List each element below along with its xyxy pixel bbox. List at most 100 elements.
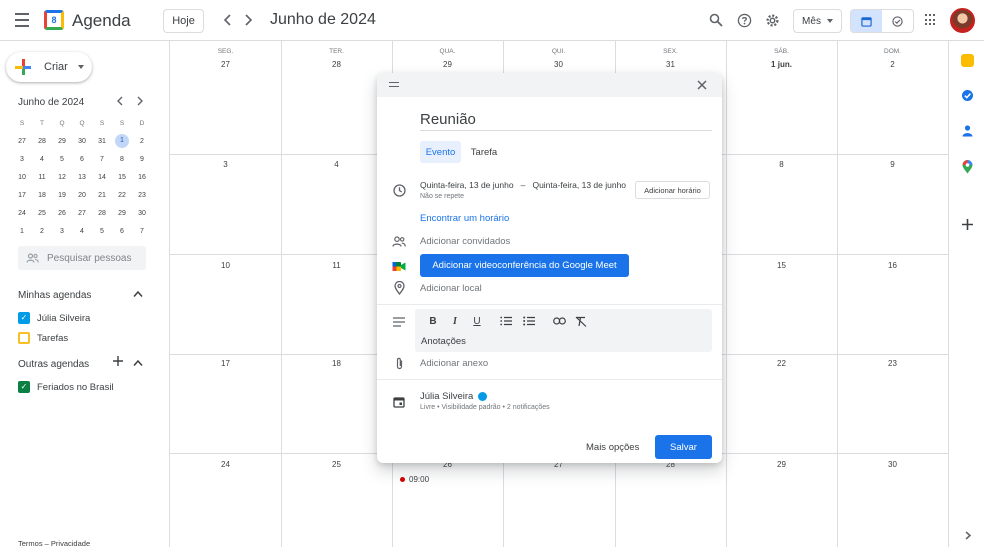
day-number[interactable]: 1 jun. [726,60,837,69]
checkbox-unchecked-icon[interactable] [18,332,30,344]
day-number[interactable]: 31 [615,60,726,69]
tab-tarefa[interactable]: Tarefa [466,141,502,163]
mini-day[interactable]: 5 [92,228,112,235]
mini-day[interactable]: 12 [52,174,72,181]
calendar-item-feriados[interactable]: ✓ Feriados no Brasil [18,381,114,393]
my-calendars-heading[interactable]: Minhas agendas [18,290,91,301]
mini-day[interactable]: 24 [12,210,32,217]
day-number[interactable]: 22 [726,359,837,368]
mini-day[interactable]: 4 [32,156,52,163]
day-number[interactable]: 28 [281,60,392,69]
event-title-input[interactable] [420,109,712,131]
view-selector[interactable]: Mês [793,9,842,33]
mini-day[interactable]: 5 [52,156,72,163]
get-addons-icon[interactable] [961,218,974,231]
mini-day[interactable]: 31 [92,138,112,145]
mini-day[interactable]: 27 [12,138,32,145]
tasks-icon[interactable] [961,89,974,102]
more-options-button[interactable]: Mais opções [586,436,639,458]
previous-period-button[interactable] [219,10,237,30]
save-button[interactable]: Salvar [655,435,712,459]
add-meet-button[interactable]: Adicionar videoconferência do Google Mee… [420,254,629,277]
apps-grid-icon[interactable] [925,14,937,26]
mini-day[interactable]: 2 [32,228,52,235]
mini-day[interactable]: 30 [132,210,152,217]
day-number[interactable]: 25 [281,460,392,469]
mini-day[interactable]: 16 [132,174,152,181]
day-number[interactable]: 8 [726,160,837,169]
mini-day[interactable]: 28 [32,138,52,145]
mini-day[interactable]: 29 [52,138,72,145]
mini-day[interactable]: 27 [72,210,92,217]
day-number[interactable]: 27 [170,60,281,69]
day-number[interactable]: 30 [837,460,948,469]
clear-formatting-icon[interactable] [574,314,588,328]
day-number[interactable]: 29 [392,60,503,69]
calendar-owner[interactable]: Júlia Silveira [420,391,488,402]
calendar-view-toggle[interactable] [851,10,882,32]
mini-day[interactable]: 28 [92,210,112,217]
mini-day[interactable]: 17 [12,192,32,199]
settings-button[interactable] [762,10,782,30]
mini-day[interactable]: 14 [92,174,112,181]
bold-icon[interactable]: B [426,314,440,328]
mini-day[interactable]: 3 [12,156,32,163]
description-editor[interactable]: B I U Anotações [415,309,712,352]
search-button[interactable] [706,10,726,30]
mini-day[interactable]: 19 [52,192,72,199]
italic-icon[interactable]: I [448,314,462,328]
add-other-calendar-button[interactable] [113,356,123,369]
link-icon[interactable] [552,314,566,328]
mini-day[interactable]: 18 [32,192,52,199]
day-number[interactable]: 10 [170,261,281,270]
add-attachment-field[interactable]: Adicionar anexo [420,358,488,369]
day-number[interactable]: 2 [837,60,948,69]
day-number[interactable]: 15 [726,261,837,270]
day-number[interactable]: 18 [281,359,392,368]
expand-panel-icon[interactable] [961,529,974,542]
mini-day[interactable]: 3 [52,228,72,235]
mini-day[interactable]: 23 [132,192,152,199]
mini-day[interactable]: 20 [72,192,92,199]
day-number[interactable]: 11 [281,261,392,270]
mini-day[interactable]: 7 [132,228,152,235]
mini-day-selected[interactable]: 1 [115,134,129,148]
tab-evento[interactable]: Evento [420,141,461,163]
mini-day[interactable]: 6 [72,156,92,163]
mini-day[interactable]: 30 [72,138,92,145]
other-calendars-collapse-button[interactable] [133,358,143,370]
mini-day[interactable]: 1 [12,228,32,235]
contacts-icon[interactable] [961,124,974,137]
day-number[interactable]: 24 [170,460,281,469]
add-location-field[interactable]: Adicionar local [420,283,482,294]
day-number[interactable]: 4 [281,160,392,169]
mini-day[interactable]: 22 [112,192,132,199]
keep-icon[interactable] [961,54,974,67]
day-number[interactable]: 9 [837,160,948,169]
checkbox-checked-icon[interactable]: ✓ [18,312,30,324]
my-calendars-collapse-button[interactable] [133,289,143,301]
today-button[interactable]: Hoje [163,9,204,33]
next-period-button[interactable] [239,10,257,30]
mini-day[interactable]: 10 [12,174,32,181]
event-date-range[interactable]: Quinta-feira, 13 de junho – Quinta-feira… [420,180,626,190]
add-time-button[interactable]: Adicionar horário [635,181,710,199]
day-number[interactable]: 17 [170,359,281,368]
day-number[interactable]: 16 [837,261,948,270]
day-number[interactable]: 30 [503,60,614,69]
other-calendars-heading[interactable]: Outras agendas [18,359,89,370]
checkbox-checked-icon[interactable]: ✓ [18,381,30,393]
main-menu-button[interactable] [11,10,33,30]
mini-next-month-button[interactable] [136,96,144,109]
event-chip[interactable]: 09:00 [400,475,429,484]
repeat-setting[interactable]: Não se repete [420,193,464,200]
underline-icon[interactable]: U [470,314,484,328]
calendar-item-tarefas[interactable]: Tarefas [18,332,68,344]
notes-field[interactable]: Anotações [421,336,466,347]
mini-day[interactable]: 7 [92,156,112,163]
drag-handle-icon[interactable] [389,82,399,87]
tasks-view-toggle[interactable] [882,10,913,32]
add-guests-field[interactable]: Adicionar convidados [420,236,510,247]
mini-prev-month-button[interactable] [116,96,124,109]
mini-day[interactable]: 6 [112,228,132,235]
